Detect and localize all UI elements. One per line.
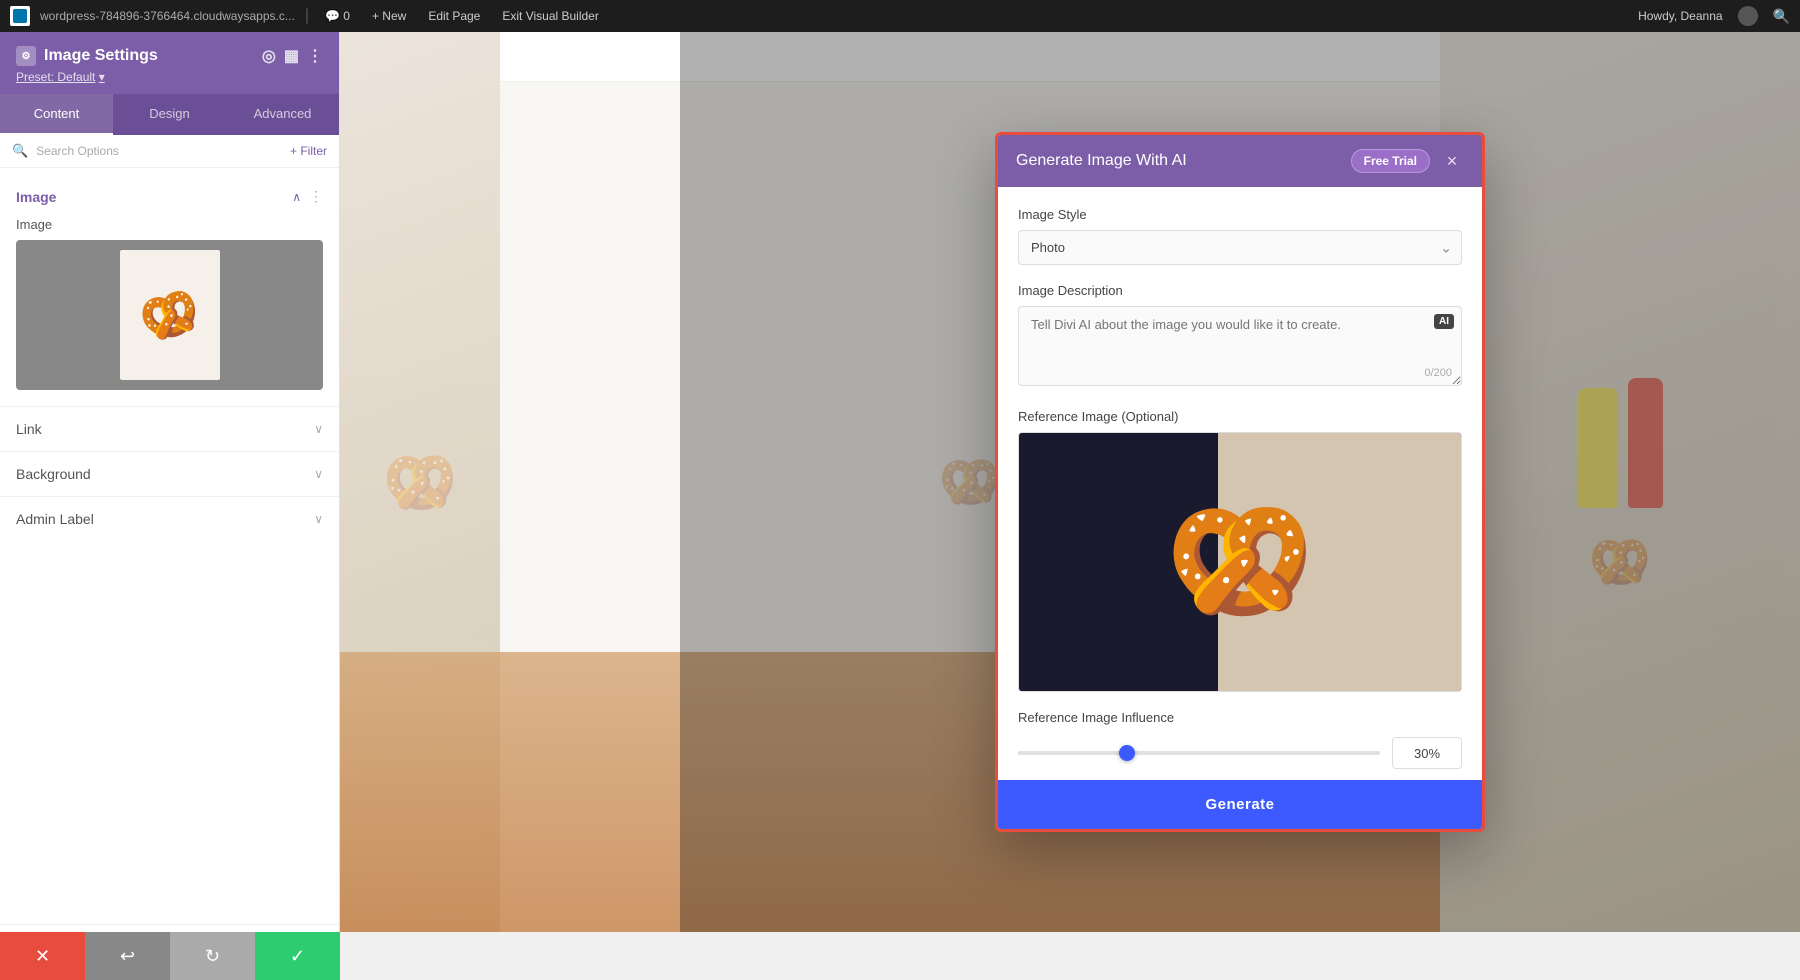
slider-wrapper [1018,743,1380,763]
wp-bar-right: Howdy, Deanna 🔍 [1638,6,1790,26]
admin-label-chevron-icon[interactable]: ∨ [314,512,323,526]
modal-body: Image Style Photo Illustration Painting … [998,187,1482,780]
generate-btn-label: Generate [1205,796,1274,813]
admin-label-label: Admin Label [16,511,94,527]
search-icon-small: 🔍 [12,143,28,159]
slider-track [1018,751,1380,755]
influence-input[interactable] [1392,737,1462,769]
sidebar-title: ⚙ Image Settings ◎ ▦ ⋮ [16,46,323,66]
tab-design[interactable]: Design [113,94,226,135]
background-label: Background [16,466,91,482]
sidebar-content: Image ∧ ⋮ Image 🥨 Link ∨ Background ∨ Ad… [0,168,339,924]
background-section[interactable]: Background ∨ [0,451,339,496]
admin-label-section[interactable]: Admin Label ∨ [0,496,339,541]
slider-thumb[interactable] [1119,745,1135,761]
comments-link[interactable]: 💬 0 [319,9,356,23]
sidebar: ⚙ Image Settings ◎ ▦ ⋮ Preset: Default ▾… [0,32,340,980]
ref-image-section: Reference Image (Optional) 🥨 [1018,409,1462,692]
howdy-text: Howdy, Deanna [1638,9,1723,23]
more-icon[interactable]: ⋮ [307,46,323,66]
search-icon[interactable]: 🔍 [1773,8,1790,25]
influence-section: Reference Image Influence [1018,710,1462,769]
image-style-label: Image Style [1018,207,1462,222]
site-url[interactable]: wordpress-784896-3766464.cloudwaysapps.c… [40,9,295,23]
ai-button[interactable]: AI [1434,314,1454,329]
save-button[interactable]: ✓ [255,932,340,980]
separator: | [305,7,309,25]
generate-modal: Generate Image With AI Free Trial × Imag… [995,132,1485,832]
influence-label: Reference Image Influence [1018,710,1462,725]
search-placeholder: Search Options [36,144,119,158]
image-preview[interactable]: 🥨 [16,240,323,390]
image-more-icon[interactable]: ⋮ [309,188,323,205]
char-count: 0/200 [1424,367,1452,379]
description-wrapper: AI 0/200 [1018,306,1462,391]
description-label: Image Description [1018,283,1462,298]
close-icon: ✕ [35,946,50,967]
free-trial-badge[interactable]: Free Trial [1351,149,1430,173]
settings-icon: ⚙ [16,46,36,66]
tab-content[interactable]: Content [0,94,113,135]
modal-header: Generate Image With AI Free Trial × [998,135,1482,187]
image-section-title: Image [16,189,56,205]
exit-vb-link[interactable]: Exit Visual Builder [496,9,605,23]
columns-icon[interactable]: ▦ [284,46,299,66]
modal-header-right: Free Trial × [1351,149,1464,173]
focus-icon[interactable]: ◎ [262,46,276,66]
new-link[interactable]: + New [366,9,412,23]
redo-button[interactable]: ↻ [170,932,255,980]
ref-image-label: Reference Image (Optional) [1018,409,1462,424]
image-field-label: Image [0,213,339,240]
search-bar: 🔍 Search Options + Filter [0,135,339,168]
description-textarea[interactable] [1018,306,1462,386]
modal-close-button[interactable]: × [1440,149,1464,173]
image-style-select[interactable]: Photo Illustration Painting Sketch 3D Re… [1018,230,1462,265]
undo-icon: ↩ [120,946,135,967]
sidebar-header: ⚙ Image Settings ◎ ▦ ⋮ Preset: Default ▾ [0,32,339,94]
redo-icon: ↻ [205,946,220,967]
sidebar-icons: ◎ ▦ ⋮ [262,46,323,66]
preset-selector[interactable]: Preset: Default ▾ [16,70,323,84]
image-section-header[interactable]: Image ∧ ⋮ [0,180,339,213]
modal-title: Generate Image With AI [1016,152,1187,170]
filter-button[interactable]: + Filter [290,144,327,158]
image-style-select-wrapper: Photo Illustration Painting Sketch 3D Re… [1018,230,1462,265]
pretzel-large-icon: 🥨 [1165,492,1314,632]
sidebar-tabs: Content Design Advanced [0,94,339,135]
save-icon: ✓ [290,946,305,967]
background-chevron-icon[interactable]: ∨ [314,467,323,481]
link-chevron-icon[interactable]: ∨ [314,422,323,436]
close-button[interactable]: ✕ [0,932,85,980]
edit-page-link[interactable]: Edit Page [422,9,486,23]
link-section[interactable]: Link ∨ [0,406,339,451]
footer-action-bar: ✕ ↩ ↻ ✓ [0,932,340,980]
ref-pretzel-image: 🥨 [1120,452,1360,672]
pretzel-image: 🥨 [133,280,205,351]
slider-fill [1018,751,1127,755]
wp-admin-bar: wordpress-784896-3766464.cloudwaysapps.c… [0,0,1800,32]
tab-advanced[interactable]: Advanced [226,94,339,135]
influence-row [1018,737,1462,769]
user-avatar[interactable] [1738,6,1758,26]
link-label: Link [16,421,42,437]
generate-button[interactable]: Generate [998,780,1482,829]
image-preview-inner: 🥨 [120,250,220,380]
wp-logo-inner [13,9,27,23]
bg-food-left-decor: 🥨 [383,447,458,518]
wp-logo[interactable] [10,6,30,26]
ref-image-container[interactable]: 🥨 [1018,432,1462,692]
undo-button[interactable]: ↩ [85,932,170,980]
image-chevron-icon[interactable]: ∧ [292,190,301,204]
modal-overlay: Generate Image With AI Free Trial × Imag… [680,32,1800,932]
main-content: 🥨 🥨 🥨 Generate Image With AI Free Trial … [340,32,1800,932]
